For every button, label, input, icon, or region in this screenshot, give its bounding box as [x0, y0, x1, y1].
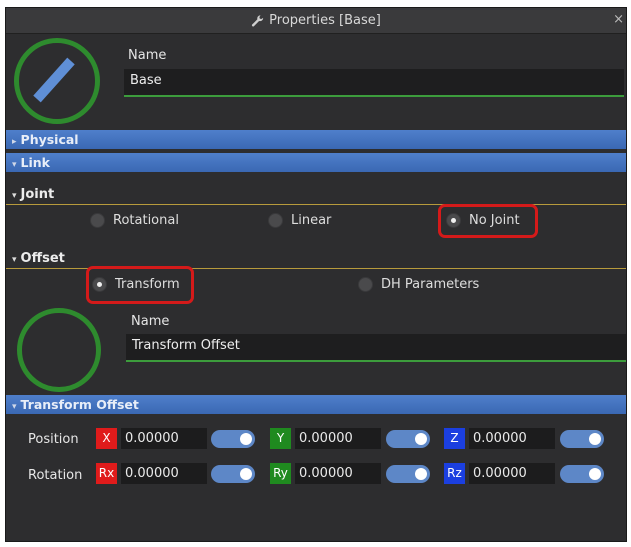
axis-x-badge: X — [96, 428, 117, 449]
rotation-x-toggle[interactable] — [211, 465, 255, 483]
section-physical[interactable]: ▸ Physical — [6, 130, 626, 149]
chevron-down-icon: ▾ — [12, 255, 17, 265]
wrench-icon — [252, 14, 264, 26]
position-z-toggle[interactable] — [560, 430, 604, 448]
section-physical-label: Physical — [20, 132, 79, 147]
position-z-field[interactable]: 0.00000 — [469, 428, 555, 449]
section-link-label: Link — [20, 155, 50, 170]
title-bar: Properties [Base] × — [6, 8, 626, 34]
rotation-y-field[interactable]: 0.00000 — [295, 463, 381, 484]
position-label: Position — [28, 432, 79, 447]
base-name-label: Name — [128, 48, 167, 63]
highlight-no-joint — [438, 204, 538, 238]
axis-z-badge: Z — [444, 428, 465, 449]
properties-panel: Properties [Base] × Name Base ▸ Physical … — [6, 8, 626, 541]
radio-icon — [268, 213, 283, 228]
highlight-transform — [86, 266, 194, 304]
chevron-down-icon: ▾ — [12, 191, 17, 201]
offset-header-label: Offset — [20, 251, 65, 266]
close-icon[interactable]: × — [613, 12, 624, 27]
rotation-y-toggle[interactable] — [386, 465, 430, 483]
chevron-down-icon: ▾ — [12, 402, 17, 412]
axis-y-badge: Y — [270, 428, 291, 449]
window-title: Properties [Base] — [269, 13, 381, 28]
rotation-z-field[interactable]: 0.00000 — [469, 463, 555, 484]
position-x-toggle[interactable] — [211, 430, 255, 448]
offset-name-field[interactable]: Transform Offset — [126, 334, 626, 362]
rotation-z-toggle[interactable] — [560, 465, 604, 483]
rotation-x-field[interactable]: 0.00000 — [121, 463, 207, 484]
link-icon — [14, 38, 100, 124]
position-y-toggle[interactable] — [386, 430, 430, 448]
base-name-field[interactable]: Base — [124, 69, 624, 97]
axis-rz-badge: Rz — [444, 463, 465, 484]
joint-option-rotational[interactable]: Rotational — [90, 213, 179, 228]
section-link[interactable]: ▾ Link — [6, 153, 626, 172]
rotation-label: Rotation — [28, 468, 83, 483]
link-bar-icon — [33, 57, 75, 103]
offset-option-dh-parameters[interactable]: DH Parameters — [358, 277, 479, 292]
section-transform-offset[interactable]: ▾ Transform Offset — [6, 395, 626, 414]
joint-header[interactable]: ▾ Joint — [6, 185, 626, 205]
offset-name-label: Name — [131, 314, 170, 329]
axis-rx-badge: Rx — [96, 463, 117, 484]
section-transform-offset-label: Transform Offset — [20, 397, 139, 412]
offset-icon — [17, 308, 101, 392]
axis-ry-badge: Ry — [270, 463, 291, 484]
radio-icon — [90, 213, 105, 228]
chevron-down-icon: ▾ — [12, 160, 17, 170]
position-x-field[interactable]: 0.00000 — [121, 428, 207, 449]
chevron-right-icon: ▸ — [12, 137, 17, 147]
joint-option-linear[interactable]: Linear — [268, 213, 331, 228]
position-y-field[interactable]: 0.00000 — [295, 428, 381, 449]
radio-icon — [358, 277, 373, 292]
joint-header-label: Joint — [20, 187, 55, 202]
